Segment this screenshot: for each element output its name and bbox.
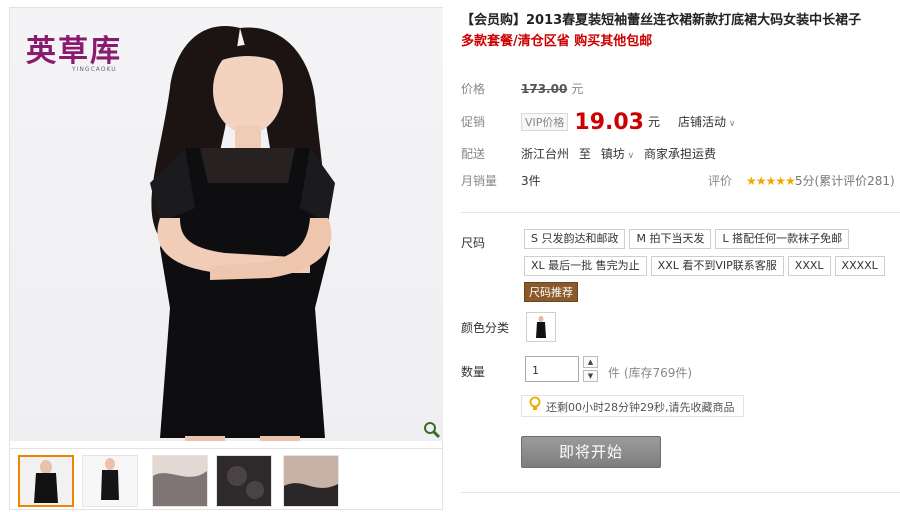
bottom-divider [461,492,900,493]
size-guide-button[interactable]: 尺码推荐 [524,282,578,302]
countdown-notice: 还剩00小时28分钟29秒,请先收藏商品 [521,395,744,417]
price-label: 价格 [461,82,486,96]
color-label: 颜色分类 [461,321,510,335]
delivery-to-label: 至 [578,147,591,161]
delivery-destination: 镇坊 [600,147,625,161]
thumbnail-2[interactable] [82,455,138,507]
rating-score-link[interactable]: 5分(累计评价281) [795,174,895,188]
chevron-down-icon: ∨ [726,119,736,129]
promo-row: 促销 VIP价格 19.03 元 店铺活动 ∨ [461,110,735,135]
sales-row: 月销量 3件 [461,172,541,189]
size-option-m[interactable]: M 拍下当天发 [629,229,712,249]
lightbulb-icon [528,396,542,420]
caret-down-icon: ▼ [587,372,594,380]
monthly-sales-label: 月销量 [461,174,498,188]
dress-thumbnail-icon [536,316,546,338]
product-gallery: 英草库 YINGCAOKU [9,7,443,510]
size-label: 尺码 [461,236,486,250]
size-guide-wrapper: 尺码推荐 [524,282,578,302]
countdown-text: 还剩00小时28分钟29秒,请先收藏商品 [546,401,735,414]
price-unit: 元 [571,82,584,96]
brand-logo-en: YINGCAOKU [72,66,117,73]
delivery-row: 配送 浙江台州 至 镇坊 ∨ 商家承担运费 [461,145,716,162]
delivery-label: 配送 [461,147,486,161]
brand-logo-cn: 英草库 [26,34,122,69]
thumbnail-3[interactable] [152,455,208,507]
quantity-input[interactable]: 1 [525,356,579,382]
size-option-list-row2: XL 最后一批 售完为止 XXL 看不到VIP联系客服 XXXL XXXXL [524,256,889,276]
rating-label: 评价 [708,174,733,188]
promo-price: 19.03 [574,110,644,135]
vip-price-tag: VIP价格 [521,113,569,131]
coming-soon-button[interactable]: 即将开始 [521,436,661,468]
thumbnail-5[interactable] [283,455,339,507]
promo-unit: 元 [648,115,661,129]
caret-up-icon: ▲ [587,358,594,366]
size-option-l[interactable]: L 搭配任何一款袜子免邮 [715,229,850,249]
section-divider [461,212,900,213]
thumbnail-strip [10,448,443,509]
monthly-sales-count: 3件 [521,174,541,188]
delivery-destination-selector[interactable]: 镇坊 ∨ [601,147,634,161]
zoom-magnifier-icon[interactable] [423,421,441,439]
rating-stars-icon: ★★★★★ [746,174,796,188]
color-swatch-black[interactable] [526,312,556,342]
product-title[interactable]: 【会员购】2013春夏装短袖蕾丝连衣裙新款打底裙大码女装中长裙子 [461,12,896,30]
delivery-from: 浙江台州 [521,147,570,161]
chevron-down-icon: ∨ [624,151,635,161]
quantity-label: 数量 [461,365,486,379]
size-option-xxl[interactable]: XXL 看不到VIP联系客服 [650,256,784,276]
promo-label: 促销 [461,115,486,129]
thumbnail-1[interactable] [18,455,74,507]
size-option-xxxxl[interactable]: XXXXL [834,256,885,276]
main-product-image[interactable]: 英草库 YINGCAOKU [10,8,443,441]
quantity-decrement-button[interactable]: ▼ [583,370,598,382]
size-option-s[interactable]: S 只发韵达和邮政 [524,229,626,249]
delivery-fee: 商家承担运费 [643,147,716,161]
size-option-list: S 只发韵达和邮政 M 拍下当天发 L 搭配任何一款袜子免邮 [524,229,853,249]
stock-text: 件 (库存769件) [608,366,693,380]
size-option-xl[interactable]: XL 最后一批 售完为止 [524,256,647,276]
store-activity-dropdown[interactable]: 店铺活动 ∨ [678,115,735,129]
quantity-increment-button[interactable]: ▲ [583,356,598,368]
product-info: 【会员购】2013春夏装短袖蕾丝连衣裙新款打底裙大码女装中长裙子 多款套餐/清仓… [461,12,896,54]
brand-logo: 英草库 YINGCAOKU [26,26,122,73]
product-subtitle: 多款套餐/清仓区省 购买其他包邮 [461,34,653,49]
original-price: 173.00 [521,82,568,96]
price-row: 价格 173.00 元 [461,80,583,97]
size-option-xxxl[interactable]: XXXL [787,256,831,276]
rating-row: 评价 ★★★★★5分(累计评价281) [708,172,895,189]
thumbnail-4[interactable] [216,455,272,507]
store-activity-label: 店铺活动 [678,115,727,129]
